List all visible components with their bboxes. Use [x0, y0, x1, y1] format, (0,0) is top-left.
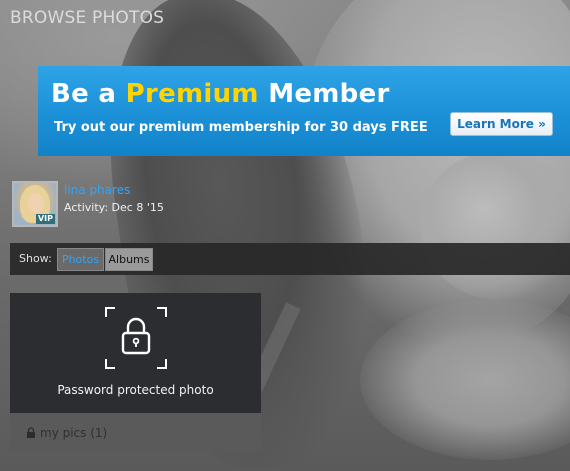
filter-bar: Show: Photos Albums [10, 243, 570, 275]
user-block: VIP lina phares Activity: Dec 8 '15 [12, 181, 212, 227]
small-lock-icon [27, 427, 35, 438]
premium-banner-title: Be a Premium Member [51, 79, 390, 109]
album-name: my pics (1) [40, 426, 108, 440]
avatar[interactable]: VIP [12, 181, 58, 227]
filter-photos-button[interactable]: Photos [57, 248, 104, 271]
premium-banner-subtitle: Try out our premium membership for 30 da… [54, 120, 428, 135]
album-card-footer: my pics (1) [10, 413, 261, 451]
album-card-caption: Password protected photo [57, 383, 214, 397]
learn-more-button[interactable]: Learn More » [450, 112, 553, 136]
user-activity: Activity: Dec 8 '15 [64, 201, 164, 214]
page-title: BROWSE PHOTOS [10, 8, 165, 28]
user-name-link[interactable]: lina phares [64, 183, 130, 197]
lock-frame [105, 307, 167, 369]
filter-albums-button[interactable]: Albums [105, 248, 153, 271]
album-card[interactable]: Password protected photo my pics (1) [10, 293, 261, 451]
lock-icon [121, 317, 151, 355]
filter-label: Show: [19, 252, 52, 265]
premium-title-prefix: Be a [51, 79, 117, 109]
premium-title-suffix: Member [268, 79, 390, 109]
premium-banner[interactable]: Be a Premium Member Try out our premium … [38, 66, 570, 156]
premium-title-highlight: Premium [125, 79, 259, 109]
vip-badge: VIP [35, 214, 55, 224]
